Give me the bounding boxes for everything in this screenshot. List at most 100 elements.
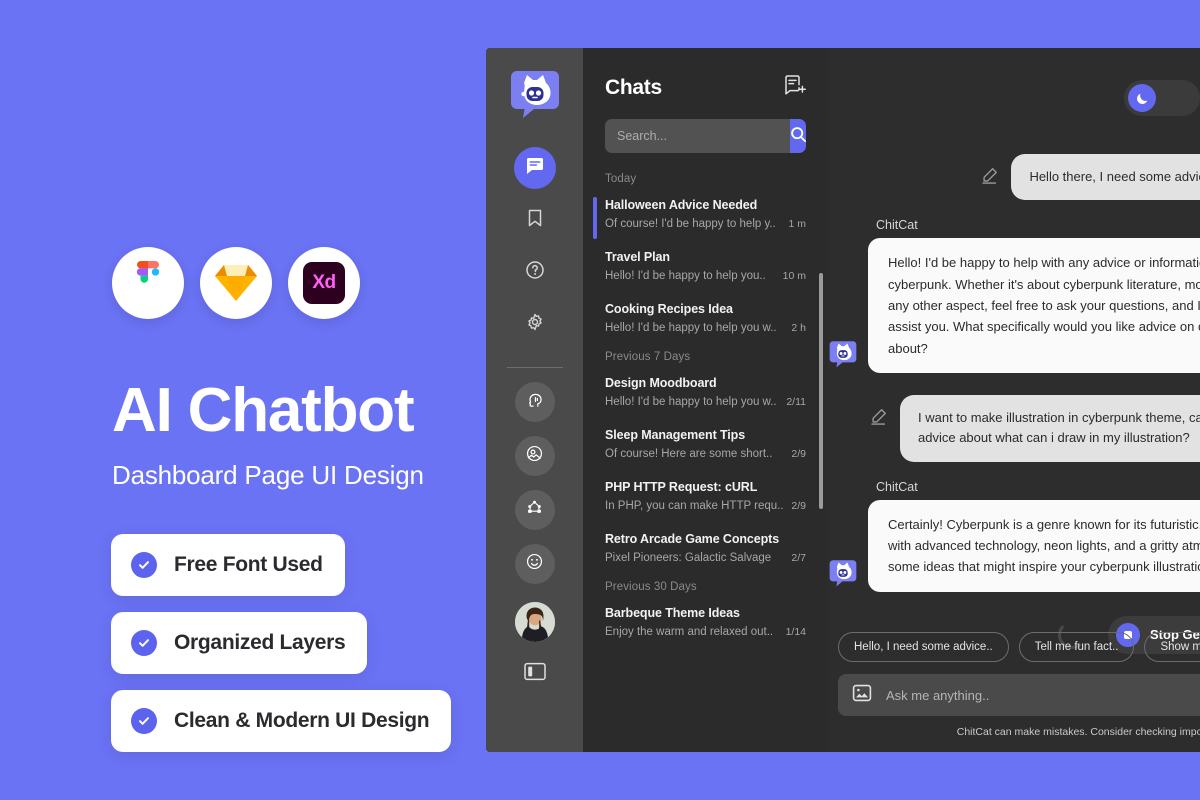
chat-item-snippet: Pixel Pioneers: Galactic Salvage [605,552,772,564]
chat-item-title: Cooking Recipes Idea [605,302,733,316]
chat-list-item[interactable]: PHP HTTP Request: cURL In PHP, you can m… [583,471,828,523]
chat-item-title: Retro Arcade Game Concepts [605,532,780,546]
network-nodes-icon [525,498,544,522]
chat-group-label: Today [605,173,637,185]
edit-pencil-icon[interactable] [980,166,999,190]
feature-label: Organized Layers [174,631,346,654]
bot-message-bubble: Certainly! Cyberpunk is a genre known fo… [868,499,1200,592]
feature-item-organized-layers: Organized Layers [111,612,368,674]
rail-nav [513,147,556,345]
user-message-bubble: Hello there, I need some advice about cy… [1011,154,1200,201]
suggestion-chip[interactable]: Show me a code.. [1144,632,1200,662]
search-bar [605,119,806,153]
feature-item-clean-modern: Clean & Modern UI Design [111,690,452,752]
feature-list: Free Font Used Organized Layers Clean & … [111,534,452,752]
chat-list-panel: Chats Today Halloween Advice Needed Of c… [583,48,828,752]
chat-item-title: Sleep Management Tips [605,428,746,442]
sidebar-item-bookmarks[interactable] [514,199,556,241]
message-bot: ChitCat Hello! I'd be happy to help with… [828,218,1200,374]
bookmark-icon [526,208,544,233]
chat-item-snippet: Enjoy the warm and relaxed out.. [605,626,774,638]
panel-toggle-icon[interactable] [523,662,546,686]
user-message-bubble: I want to make illustration in cyberpunk… [900,395,1200,462]
chat-item-title: Barbeque Theme Ideas [605,606,740,620]
chat-list-header: Chats [583,48,828,101]
message-input-bar [838,674,1200,716]
search-button[interactable] [790,119,806,153]
chat-item-time: 2/9 [791,448,806,460]
chat-item-time: 10 m [782,270,806,282]
adobe-xd-icon: Xd [288,247,360,319]
suggestion-chip[interactable]: Hello, I need some advice.. [838,632,1009,662]
moon-icon [1128,84,1156,112]
chat-item-time: 2/11 [786,396,806,408]
sidebar-item-help[interactable] [514,251,556,293]
message-bot: ChitCat Certainly! Cyberpunk is a genre … [828,480,1200,592]
sidebar-item-settings[interactable] [514,303,556,345]
edit-pencil-icon[interactable] [869,407,888,431]
chat-group-label: Previous 7 Days [605,351,691,363]
feature-label: Free Font Used [174,553,323,576]
message-user: Hello there, I need some advice about cy… [828,154,1200,201]
composer: Hello, I need some advice.. Tell me fun … [838,632,1200,738]
image-ai-icon [525,444,544,468]
chitcat-logo [508,67,562,121]
tool-ai-emoji[interactable] [514,544,555,584]
suggestion-chip[interactable]: Tell me fun fact.. [1018,632,1135,662]
new-chat-icon[interactable] [784,74,806,101]
sidebar-item-chats[interactable] [513,147,556,189]
tool-badges: Xd [112,247,360,319]
chat-item-time: 1 m [788,218,806,230]
chat-item-title: Halloween Advice Needed [605,198,758,212]
chat-list-item[interactable]: Travel Plan Hello! I'd be happy to help … [583,241,828,293]
chat-item-snippet: Hello! I'd be happy to help you.. [605,270,766,282]
chat-list-item[interactable]: Sleep Management Tips Of course! Here ar… [583,419,828,471]
chat-item-time: 2/9 [791,500,806,512]
chat-item-title: Design Moodboard [605,376,717,390]
chat-item-time: 1/14 [785,626,806,638]
figma-icon [112,247,184,319]
chat-item-snippet: Of course! I'd be happy to help y.. [605,218,776,230]
chat-topbar [1124,80,1200,116]
dark-mode-toggle[interactable] [1124,80,1200,116]
bot-avatar-icon [828,558,858,588]
smiley-face-icon [525,552,544,576]
disclaimer-text: ChitCat can make mistakes. Consider chec… [956,726,1200,738]
gear-icon [525,312,545,337]
chat-item-time: 2 h [791,322,806,334]
rail-tools [514,382,555,584]
tool-ai-image[interactable] [514,436,555,476]
chat-list-scrollbar[interactable] [819,273,823,509]
message-input[interactable] [886,687,1200,703]
user-avatar[interactable] [514,602,555,642]
chat-list-item[interactable]: Halloween Advice Needed Of course! I'd b… [583,189,828,241]
chat-list-item[interactable]: Barbeque Theme Ideas Enjoy the warm and … [583,597,828,649]
bot-message-bubble: Hello! I'd be happy to help with any adv… [868,238,1200,374]
image-attach-icon[interactable] [852,683,872,708]
tool-ai-network[interactable] [514,490,555,530]
page-title: AI Chatbot [112,376,415,445]
help-circle-icon [525,260,545,285]
chat-list-item[interactable]: Design Moodboard Hello! I'd be happy to … [583,367,828,419]
page-subtitle: Dashboard Page UI Design [112,460,424,490]
sketch-icon [200,247,272,319]
chat-list-scroll[interactable]: Today Halloween Advice Needed Of course!… [583,153,828,752]
promo-panel: Xd AI Chatbot Dashboard Page UI Design F… [0,0,486,800]
chat-list-item[interactable]: Retro Arcade Game Concepts Pixel Pioneer… [583,523,828,575]
rail-divider [506,367,563,368]
chat-item-snippet: Hello! I'd be happy to help you w.. [605,396,777,408]
adobe-xd-label: Xd [312,272,336,293]
chat-list-item[interactable]: Cooking Recipes Idea Hello! I'd be happy… [583,293,828,345]
tool-ai-assistant[interactable] [514,382,555,422]
check-icon [131,630,157,656]
chat-item-title: PHP HTTP Request: cURL [605,480,758,494]
feature-label: Clean & Modern UI Design [174,709,430,732]
icon-rail [486,48,583,752]
search-input[interactable] [605,119,790,153]
check-icon [131,552,157,578]
chat-group-label: Previous 30 Days [605,581,697,593]
search-icon [790,126,806,146]
chat-list-title: Chats [605,75,662,99]
suggestion-chips: Hello, I need some advice.. Tell me fun … [838,632,1200,662]
message-list: Hello there, I need some advice about cy… [828,154,1200,654]
